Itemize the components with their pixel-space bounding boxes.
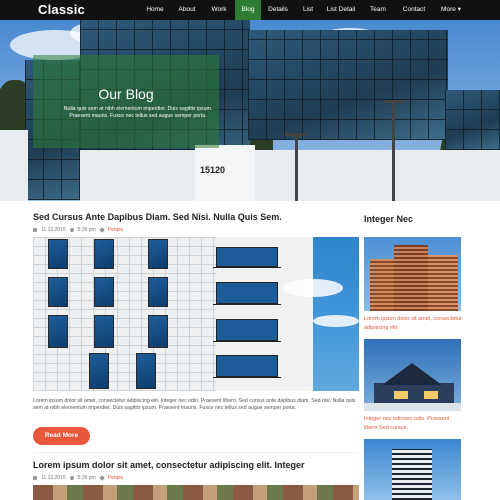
post-tag-link[interactable]: People [108, 227, 124, 233]
tower-shape [370, 259, 394, 311]
tower-shape [394, 245, 428, 311]
nav-contact[interactable]: Contact [397, 0, 431, 20]
nav-more-dropdown[interactable]: More ▾ [436, 0, 466, 20]
image-balcony [216, 319, 278, 341]
image-balcony [216, 355, 278, 377]
image-cloud [313, 315, 359, 327]
post-date: 11.12.2015 [41, 227, 66, 233]
nav-list-detail[interactable]: List Detail [323, 0, 359, 20]
house-roof [382, 363, 442, 385]
nav-team[interactable]: Team [364, 0, 392, 20]
post-image[interactable] [33, 237, 359, 391]
sidebar-caption[interactable]: Integer nec odionec odio. Praesent liber… [364, 415, 462, 432]
nav-work[interactable]: Work [205, 0, 233, 20]
nav-details[interactable]: Details [263, 0, 293, 20]
post-date: 11.12.2015 [41, 475, 66, 481]
image-rail [213, 304, 281, 305]
house-driveway [364, 403, 461, 411]
image-cloud [283, 279, 343, 297]
post-title[interactable]: Lorem ipsum dolor sit amet, consectetur … [33, 460, 305, 470]
sidebar-image-tower[interactable] [364, 439, 461, 500]
hero-building-wall [80, 150, 500, 201]
building-number: 15120 [200, 165, 226, 175]
hero-lamp-post [392, 102, 395, 201]
post-meta: 11.12.2015 5:26 pm People [33, 475, 123, 481]
brand-logo[interactable]: Classic [38, 0, 85, 20]
clock-icon [69, 228, 74, 232]
image-window [89, 353, 109, 389]
sidebar-caption[interactable]: Lorem ipsum dolor sit amet, consectetur … [364, 315, 462, 332]
nav-blog[interactable]: Blog [235, 0, 261, 20]
nav-about[interactable]: About [173, 0, 201, 20]
image-window [48, 315, 68, 348]
sidebar-title: Integer Nec [364, 214, 414, 224]
hero-lamp-post [295, 135, 298, 201]
page-title: Our Blog [98, 86, 154, 102]
image-window [48, 277, 68, 307]
sidebar-image-house[interactable] [364, 339, 461, 411]
read-more-button[interactable]: Read More [33, 427, 90, 445]
post-excerpt: Lorem ipsum dolor sit amet, consectetur … [33, 398, 356, 412]
hero-building-glass [445, 90, 500, 150]
post-image[interactable] [33, 485, 359, 500]
tower-shape [428, 255, 458, 311]
post-title[interactable]: Sed Cursus Ante Dapibus Diam. Sed Nisi. … [33, 212, 282, 222]
image-window [94, 239, 114, 269]
clock-icon [69, 476, 74, 480]
tag-icon [98, 227, 105, 233]
image-window [48, 239, 68, 269]
hero-building-glass [248, 30, 448, 140]
house-window [394, 391, 408, 399]
tower-shape [392, 449, 432, 500]
post-time: 5:26 pm [77, 475, 96, 481]
image-window [94, 277, 114, 307]
nav-home[interactable]: Home [141, 0, 169, 20]
image-window [136, 353, 156, 389]
calendar-icon [33, 228, 37, 232]
tag-icon [98, 475, 105, 481]
image-window [148, 277, 168, 307]
image-balcony [216, 247, 278, 267]
image-window [94, 315, 114, 348]
hero-building-wall [0, 130, 28, 201]
image-rail [213, 377, 281, 378]
image-rail [213, 267, 281, 268]
image-rail [213, 341, 281, 342]
hero-description: Nulla quis sem at nibh elementum imperdi… [63, 106, 213, 119]
post-tag-link[interactable]: People [108, 475, 124, 481]
image-balcony [216, 282, 278, 304]
hero-lamp-head [384, 100, 404, 103]
calendar-icon [33, 476, 37, 480]
image-window [148, 315, 168, 348]
post-divider [33, 452, 359, 453]
house-window [424, 391, 438, 399]
image-window [148, 239, 168, 269]
top-navbar: Classic Home About Work Blog Details Lis… [0, 0, 500, 20]
sidebar-image-towers[interactable] [364, 237, 461, 311]
hero-lamp-head [285, 133, 307, 136]
post-meta: 11.12.2015 5:26 pm People [33, 227, 123, 233]
post-time: 5:26 pm [77, 227, 96, 233]
nav-list[interactable]: List [297, 0, 319, 20]
